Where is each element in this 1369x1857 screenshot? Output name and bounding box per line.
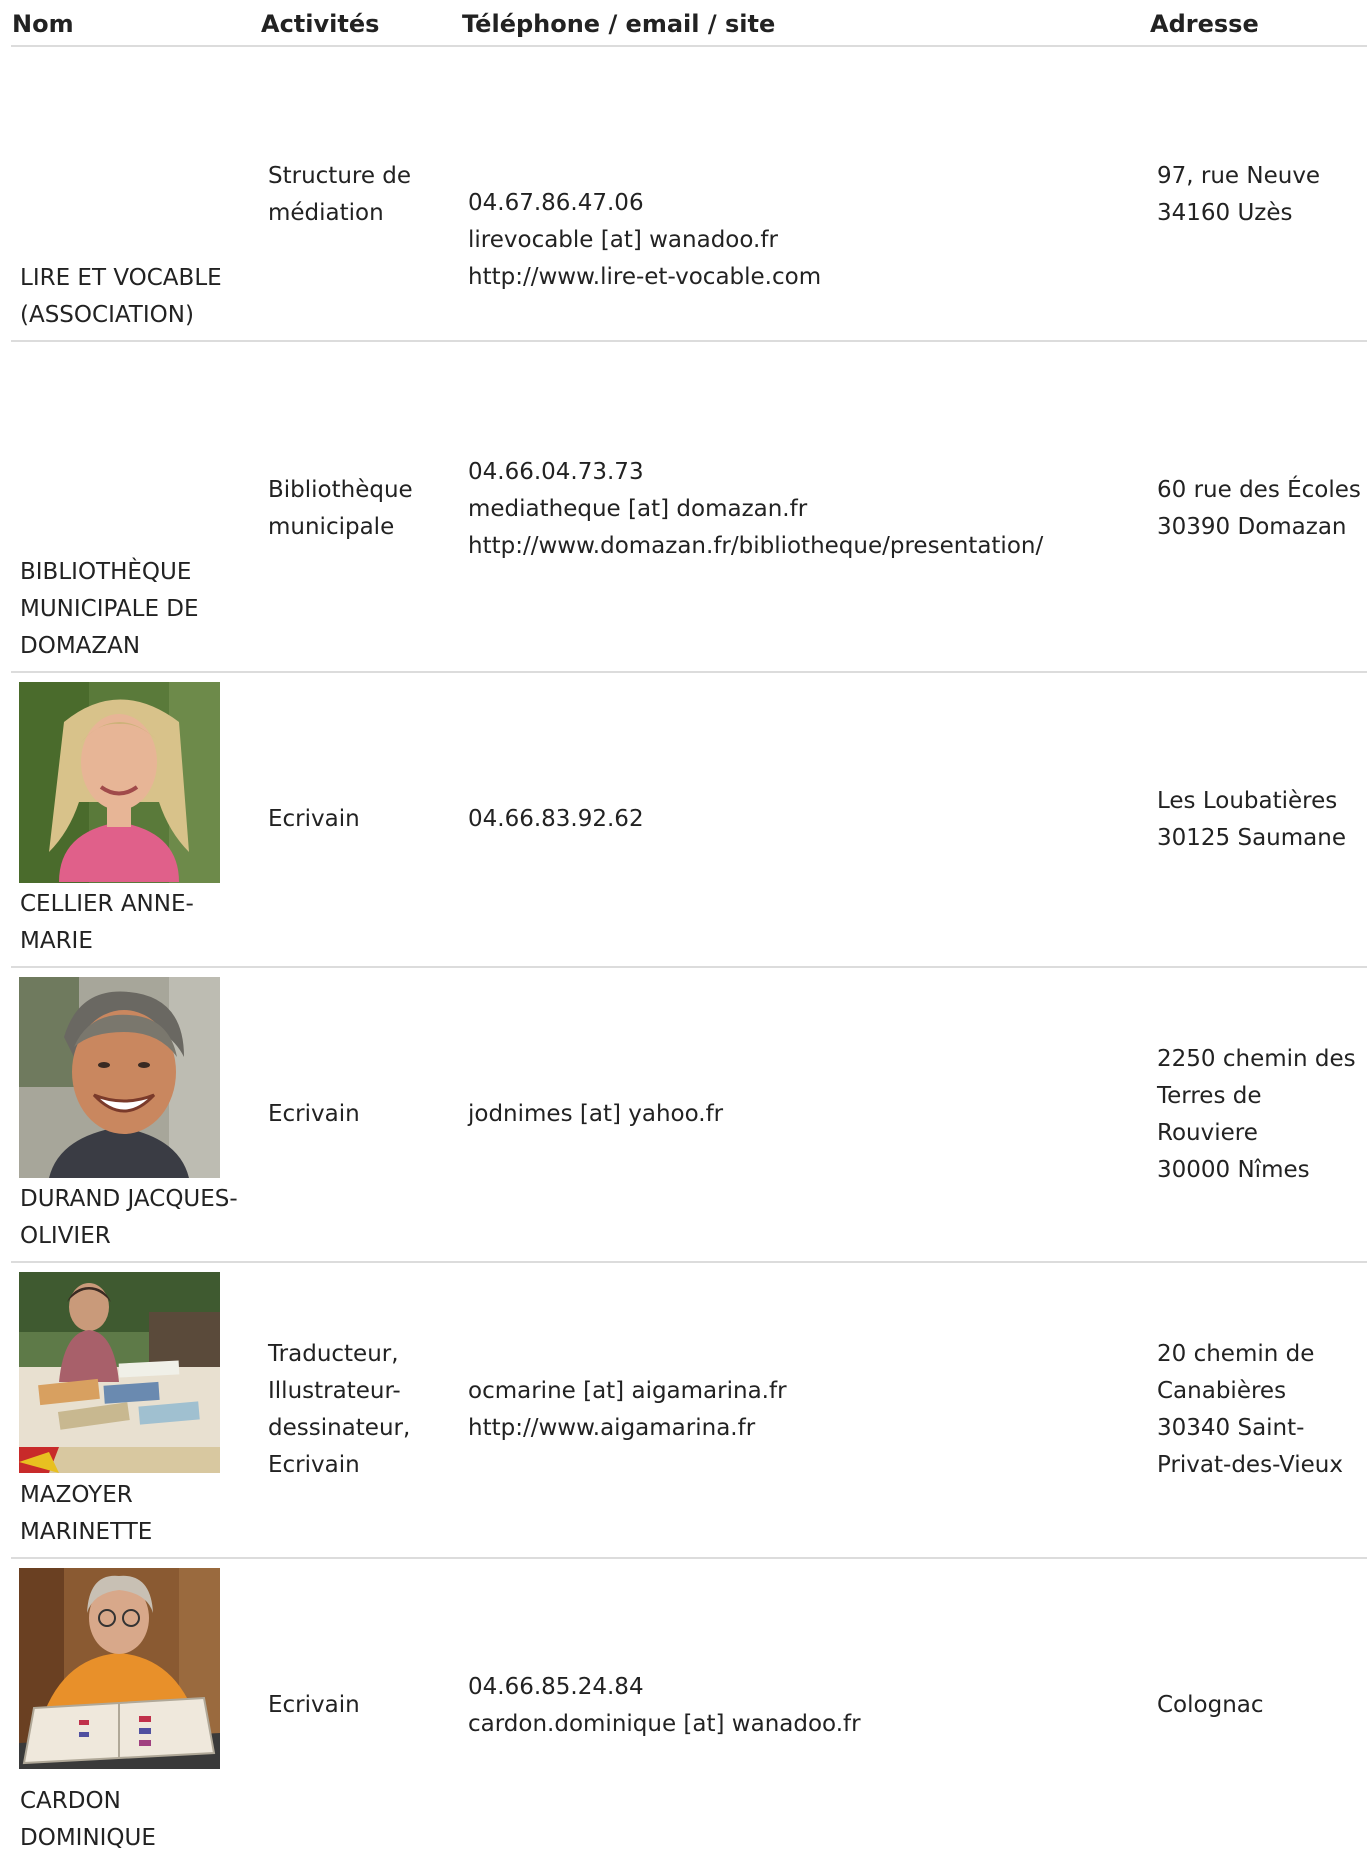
row-activity: Ecrivain [268,801,360,838]
row-address-line: 30000 Nîmes [1157,1157,1310,1183]
row-address: Les Loubatières 30125 Saumane [1157,783,1346,857]
phone-number: 04.67.86.47.06 [468,190,644,216]
row-address-line: 20 chemin de [1157,1341,1315,1367]
row-activity-line: dessinateur, [268,1415,411,1441]
row-address-line: Terres de [1157,1083,1262,1109]
row-address-line: 97, rue Neuve [1157,163,1321,189]
row-name-line: MARINETTE [20,1519,153,1545]
phone-number: 04.66.04.73.73 [468,459,644,485]
row-activity: Traducteur, Illustrateur- dessinateur, E… [268,1336,410,1484]
row-address-line: Privat-des-Vieux [1157,1452,1343,1478]
row-name: CARDON DOMINIQUE [20,1783,156,1857]
email-link[interactable]: jodnimes [at] yahoo.fr [468,1096,723,1133]
email-link[interactable]: lirevocable [at] wanadoo.fr [468,222,821,259]
table-row: BIBLIOTHÈQUE MUNICIPALE DE DOMAZAN Bibli… [11,342,1367,673]
email-link[interactable]: ocmarine [at] aigamarina.fr [468,1373,787,1410]
row-address: 97, rue Neuve 34160 Uzès [1157,158,1320,232]
portrait-photo[interactable] [19,682,220,883]
row-name-line: MAZOYER [20,1482,133,1508]
column-header-adresse: Adresse [1150,10,1259,38]
table-row: CELLIER ANNE- MARIE Ecrivain 04.66.83.92… [11,673,1367,968]
row-activity-line: Bibliothèque [268,477,413,503]
row-address-line: 30340 Saint- [1157,1415,1305,1441]
email-link[interactable]: cardon.dominique [at] wanadoo.fr [468,1706,861,1743]
row-name-line: DOMINIQUE [20,1825,156,1851]
row-name-line: CARDON [20,1788,121,1814]
row-address-line: Colognac [1157,1692,1264,1718]
row-activity-line: Ecrivain [268,1452,360,1478]
row-activity-line: Ecrivain [268,1101,360,1127]
phone-number: 04.66.83.92.62 [468,806,644,832]
row-name-line: DURAND JACQUES- [20,1186,238,1212]
row-contact: 04.66.83.92.62 [468,801,644,838]
portrait-photo[interactable] [19,1568,220,1769]
row-name-line: MARIE [20,928,93,954]
website-link[interactable]: http://www.aigamarina.fr [468,1410,787,1447]
row-contact: ocmarine [at] aigamarina.fr http://www.a… [468,1373,787,1447]
row-activity-line: Structure de [268,163,412,189]
row-activity-line: Traducteur, [268,1341,399,1367]
row-contact: 04.66.85.24.84 cardon.dominique [at] wan… [468,1669,861,1743]
row-activity: Ecrivain [268,1096,360,1133]
row-name: DURAND JACQUES- OLIVIER [20,1181,238,1255]
row-name-line: CELLIER ANNE- [20,891,194,917]
row-address-line: 60 rue des Écoles [1157,477,1361,503]
email-link[interactable]: mediatheque [at] domazan.fr [468,491,1043,528]
table-row: MAZOYER MARINETTE Traducteur, Illustrate… [11,1263,1367,1559]
portrait-photo[interactable] [19,977,220,1178]
row-activity-line: Ecrivain [268,806,360,832]
row-name: CELLIER ANNE- MARIE [20,886,194,960]
portrait-photo[interactable] [19,1272,220,1473]
table-row: CARDON DOMINIQUE Ecrivain 04.66.85.24.84… [11,1559,1367,1855]
row-activity: Structure de médiation [268,158,411,232]
row-name-line: BIBLIOTHÈQUE [20,559,192,585]
row-name-line: OLIVIER [20,1223,111,1249]
row-name: MAZOYER MARINETTE [20,1477,152,1551]
row-address-line: 30125 Saumane [1157,825,1346,851]
row-contact: 04.66.04.73.73 mediatheque [at] domazan.… [468,454,1043,565]
row-contact: jodnimes [at] yahoo.fr [468,1096,723,1133]
row-name-line: DOMAZAN [20,633,141,659]
directory-table: Nom Activités Téléphone / email / site A… [11,0,1367,1855]
row-activity: Ecrivain [268,1687,360,1724]
row-address: 20 chemin de Canabières 30340 Saint- Pri… [1157,1336,1343,1484]
row-address: 60 rue des Écoles 30390 Domazan [1157,472,1361,546]
row-address-line: Les Loubatières [1157,788,1338,814]
row-address-line: 34160 Uzès [1157,200,1293,226]
row-name-line: LIRE ET VOCABLE [20,265,222,291]
row-activity-line: Illustrateur- [268,1378,401,1404]
table-row: DURAND JACQUES- OLIVIER Ecrivain jodnime… [11,968,1367,1263]
row-activity-line: Ecrivain [268,1692,360,1718]
row-address-line: Canabières [1157,1378,1287,1404]
row-name-line: MUNICIPALE DE [20,596,199,622]
table-row: LIRE ET VOCABLE (ASSOCIATION) Structure … [11,47,1367,342]
row-address-line: 2250 chemin des [1157,1046,1356,1072]
row-name-line: (ASSOCIATION) [20,302,194,328]
column-header-contact: Téléphone / email / site [462,10,776,38]
row-address: 2250 chemin des Terres de Rouviere 30000… [1157,1041,1356,1189]
website-link[interactable]: http://www.lire-et-vocable.com [468,259,821,296]
row-address-line: Rouviere [1157,1120,1258,1146]
row-address-line: 30390 Domazan [1157,514,1347,540]
row-name: LIRE ET VOCABLE (ASSOCIATION) [20,260,222,334]
table-header: Nom Activités Téléphone / email / site A… [11,0,1367,47]
website-link[interactable]: http://www.domazan.fr/bibliotheque/prese… [468,528,1043,565]
column-header-nom: Nom [12,10,74,38]
column-header-activites: Activités [261,10,380,38]
row-contact: 04.67.86.47.06 lirevocable [at] wanadoo.… [468,185,821,296]
row-activity-line: médiation [268,200,384,226]
row-activity-line: municipale [268,514,395,540]
phone-number: 04.66.85.24.84 [468,1674,644,1700]
row-activity: Bibliothèque municipale [268,472,413,546]
row-name: BIBLIOTHÈQUE MUNICIPALE DE DOMAZAN [20,554,199,665]
row-address: Colognac [1157,1687,1264,1724]
